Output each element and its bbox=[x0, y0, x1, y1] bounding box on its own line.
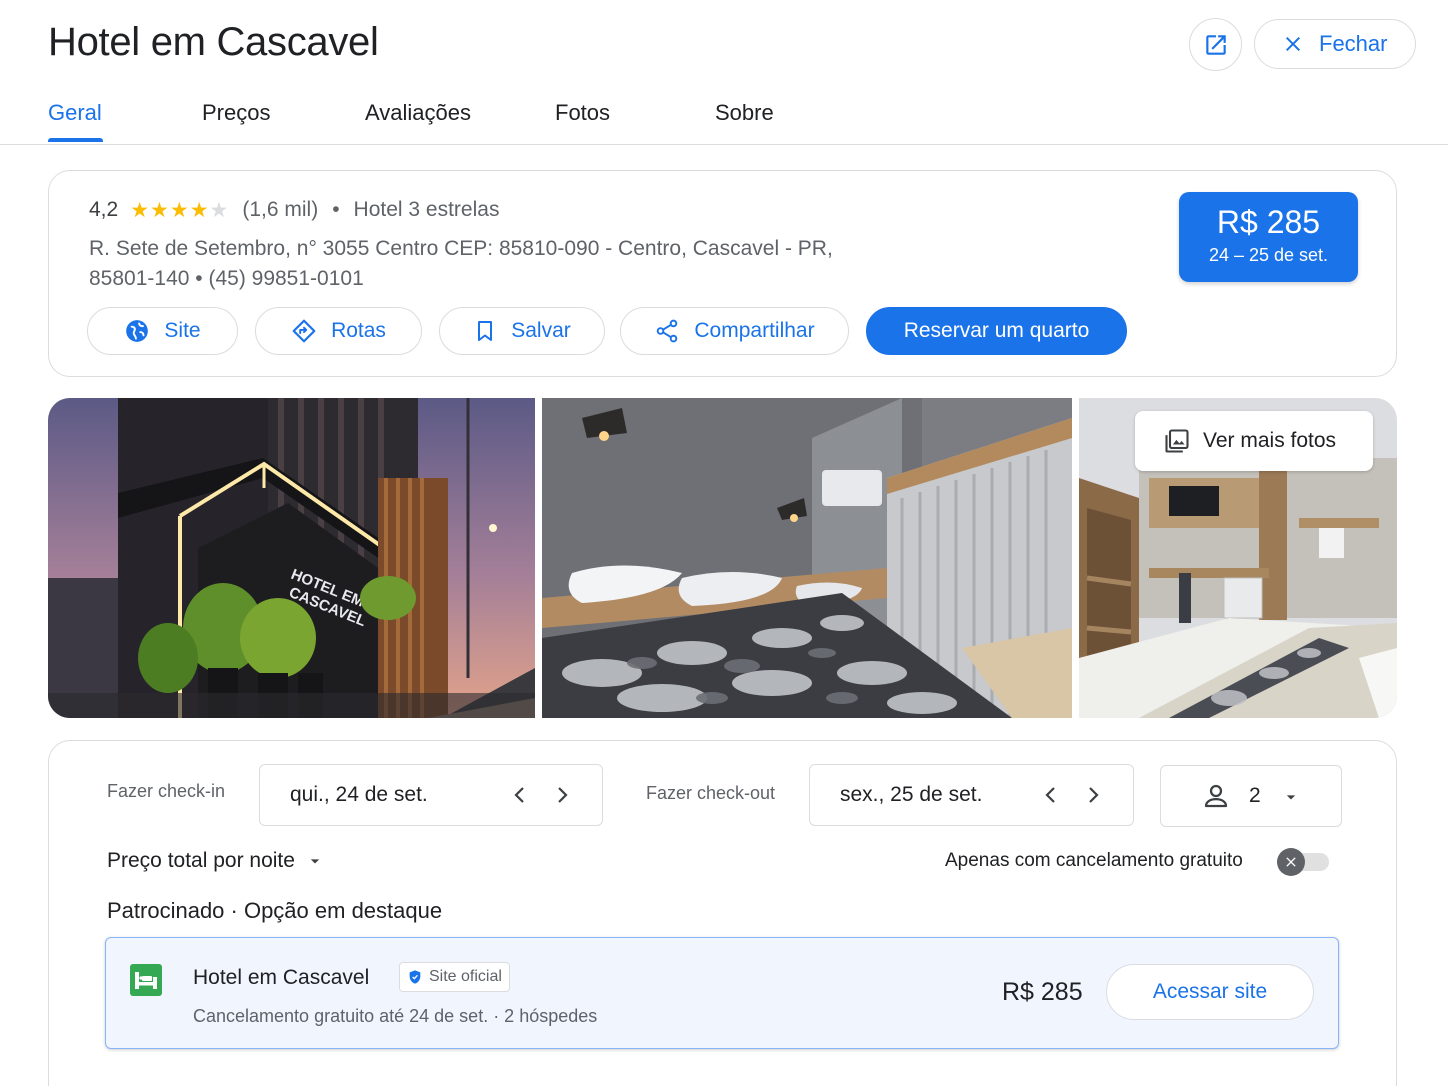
tab-avaliacoes[interactable]: Avaliações bbox=[365, 100, 471, 126]
star-filled-icon: ★ bbox=[130, 198, 150, 222]
verified-shield-icon bbox=[409, 970, 421, 984]
featured-offer[interactable]: Hotel em Cascavel Site oficial Cancelame… bbox=[105, 937, 1339, 1049]
tab-sobre[interactable]: Sobre bbox=[715, 100, 774, 126]
address-line-1: R. Sete de Setembro, n° 3055 Centro CEP:… bbox=[89, 237, 833, 260]
share-icon bbox=[657, 319, 678, 343]
review-count[interactable]: (1,6 mil) bbox=[242, 198, 318, 222]
tab-precos[interactable]: Preços bbox=[202, 100, 270, 126]
chevron-left-icon[interactable] bbox=[1039, 783, 1063, 807]
official-site-label: Site oficial bbox=[429, 968, 502, 985]
share-button-label: Compartilhar bbox=[694, 319, 815, 342]
hotel-address: R. Sete de Setembro, n° 3055 Centro CEP:… bbox=[89, 234, 879, 294]
active-tab-indicator bbox=[48, 138, 103, 142]
hotel-category: Hotel 3 estrelas bbox=[353, 198, 500, 221]
free-cancellation-label: Apenas com cancelamento gratuito bbox=[945, 850, 1243, 871]
tab-bar: Geral Preços Avaliações Fotos Sobre bbox=[0, 86, 1448, 145]
close-button-label: Fechar bbox=[1319, 31, 1388, 56]
booking-card: Fazer check-in qui., 24 de set. Fazer ch… bbox=[48, 740, 1397, 1086]
checkout-date-field[interactable]: sex., 25 de set. bbox=[809, 764, 1134, 826]
visit-site-label: Acessar site bbox=[1152, 980, 1268, 1003]
close-button[interactable]: Fechar bbox=[1254, 19, 1416, 69]
open-in-new-button[interactable] bbox=[1189, 18, 1242, 71]
toggle-knob[interactable] bbox=[1277, 848, 1305, 876]
photo-library-icon bbox=[1165, 429, 1189, 453]
star-filled-icon: ★ bbox=[169, 198, 189, 222]
see-more-photos-button[interactable]: Ver mais fotos bbox=[1135, 411, 1373, 471]
star-filled-icon: ★ bbox=[189, 198, 209, 222]
price-type-label: Preço total por noite bbox=[107, 849, 295, 872]
dropdown-arrow-icon bbox=[1286, 795, 1296, 800]
checkin-label: Fazer check-in bbox=[107, 781, 226, 801]
globe-icon bbox=[126, 320, 149, 342]
save-button-label: Salvar bbox=[511, 319, 571, 342]
share-button[interactable]: Compartilhar bbox=[620, 307, 849, 355]
photo-hotel-facade[interactable]: HOTEL EM CASCAVEL bbox=[48, 398, 535, 718]
chevron-left-icon[interactable] bbox=[508, 783, 532, 807]
see-more-photos-label: Ver mais fotos bbox=[1203, 429, 1337, 452]
directions-button-label: Rotas bbox=[331, 319, 386, 342]
checkin-date-field[interactable]: qui., 24 de set. bbox=[259, 764, 603, 826]
rating-stars: ★ ★ ★ ★ ★ bbox=[130, 200, 228, 221]
star-empty-icon: ★ bbox=[209, 198, 229, 222]
bedroom-image bbox=[542, 398, 1072, 718]
separator-dot: • bbox=[195, 267, 209, 290]
book-room-button[interactable]: Reservar um quarto bbox=[866, 307, 1127, 355]
guests-selector[interactable]: 2 bbox=[1160, 765, 1342, 827]
close-icon bbox=[1286, 37, 1300, 51]
photo-gallery: HOTEL EM CASCAVEL Ver mais fotos bbox=[48, 398, 1397, 718]
hotel-bed-icon bbox=[130, 964, 162, 996]
tab-geral[interactable]: Geral bbox=[48, 100, 102, 126]
price-value: R$ 285 bbox=[1216, 204, 1321, 240]
close-icon bbox=[1286, 857, 1296, 867]
bookmark-icon bbox=[478, 321, 493, 341]
offer-hotel-name: Hotel em Cascavel bbox=[193, 966, 370, 989]
directions-button[interactable]: Rotas bbox=[255, 307, 422, 355]
person-icon bbox=[1204, 784, 1228, 808]
site-button[interactable]: Site bbox=[87, 307, 238, 355]
offer-details: Cancelamento gratuito até 24 de set. · 2… bbox=[193, 1006, 598, 1026]
visit-site-button[interactable]: Acessar site bbox=[1106, 964, 1314, 1020]
phone-number[interactable]: (45) 99851-0101 bbox=[208, 267, 363, 290]
open-in-new-icon bbox=[1205, 34, 1226, 55]
checkin-value: qui., 24 de set. bbox=[290, 783, 428, 806]
checkout-value: sex., 25 de set. bbox=[840, 783, 983, 806]
separator-dot: • bbox=[332, 198, 340, 221]
photo-bedroom[interactable] bbox=[542, 398, 1072, 718]
hotel-info-card: 4,2 ★ ★ ★ ★ ★ (1,6 mil) • Hotel 3 estrelas R… bbox=[48, 170, 1397, 377]
chevron-right-icon[interactable] bbox=[550, 783, 574, 807]
site-button-label: Site bbox=[164, 319, 201, 342]
price-dates: 24 – 25 de set. bbox=[1208, 245, 1329, 265]
dropdown-arrow-icon bbox=[310, 859, 320, 864]
directions-icon bbox=[292, 319, 316, 343]
chevron-right-icon[interactable] bbox=[1081, 783, 1105, 807]
hotel-facade-image: HOTEL EM CASCAVEL bbox=[48, 398, 535, 718]
save-button[interactable]: Salvar bbox=[439, 307, 605, 355]
offer-price: R$ 285 bbox=[1002, 978, 1083, 1006]
checkout-label: Fazer check-out bbox=[646, 783, 776, 803]
address-line-2: 85801-140 bbox=[89, 267, 190, 290]
tab-fotos[interactable]: Fotos bbox=[555, 100, 610, 126]
star-filled-icon: ★ bbox=[150, 198, 169, 222]
price-box[interactable]: R$ 285 24 – 25 de set. bbox=[1179, 192, 1358, 282]
guests-count: 2 bbox=[1249, 784, 1261, 807]
sponsored-heading: Patrocinado · Opção em destaque bbox=[107, 898, 443, 923]
official-site-badge: Site oficial bbox=[399, 962, 510, 992]
price-type-dropdown[interactable]: Preço total por noite bbox=[107, 849, 325, 873]
page-title: Hotel em Cascavel bbox=[48, 20, 379, 64]
book-room-label: Reservar um quarto bbox=[903, 319, 1090, 342]
rating-line: 4,2 ★ ★ ★ ★ ★ (1,6 mil) • Hotel 3 estrelas bbox=[89, 198, 499, 222]
rating-value: 4,2 bbox=[89, 198, 119, 221]
